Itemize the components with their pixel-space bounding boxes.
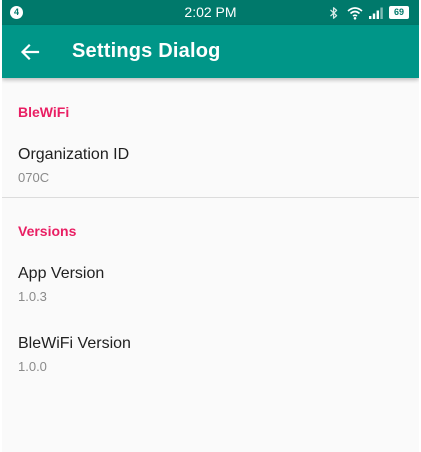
pref-summary: 1.0.0 (18, 359, 47, 374)
pref-blewifi-version[interactable]: BleWiFi Version 1.0.0 (2, 329, 419, 389)
app-window: 4 2:02 PM 69 Settings Dialog BleWiFi Org… (2, 0, 419, 452)
pref-summary: 1.0.3 (18, 289, 47, 304)
app-bar: Settings Dialog (2, 25, 419, 78)
signal-icon (369, 7, 383, 19)
category-header-blewifi: BleWiFi (18, 104, 70, 120)
bluetooth-icon (330, 6, 338, 19)
pref-title: BleWiFi Version (18, 335, 131, 352)
section-divider (2, 197, 419, 198)
back-button[interactable] (16, 38, 44, 66)
pref-summary: 070C (18, 170, 50, 185)
category-header-versions: Versions (18, 223, 77, 239)
battery-icon: 69 (389, 6, 409, 19)
pref-app-version[interactable]: App Version 1.0.3 (2, 259, 419, 319)
pref-title: App Version (18, 265, 105, 282)
pref-organization-id[interactable]: Organization ID 070C (2, 140, 419, 200)
page-title: Settings Dialog (72, 40, 221, 62)
status-icons: 69 (326, 4, 409, 21)
wifi-icon (347, 6, 363, 20)
arrow-back-icon (20, 43, 40, 61)
status-bar: 4 2:02 PM 69 (2, 0, 419, 25)
pref-title: Organization ID (18, 146, 130, 163)
